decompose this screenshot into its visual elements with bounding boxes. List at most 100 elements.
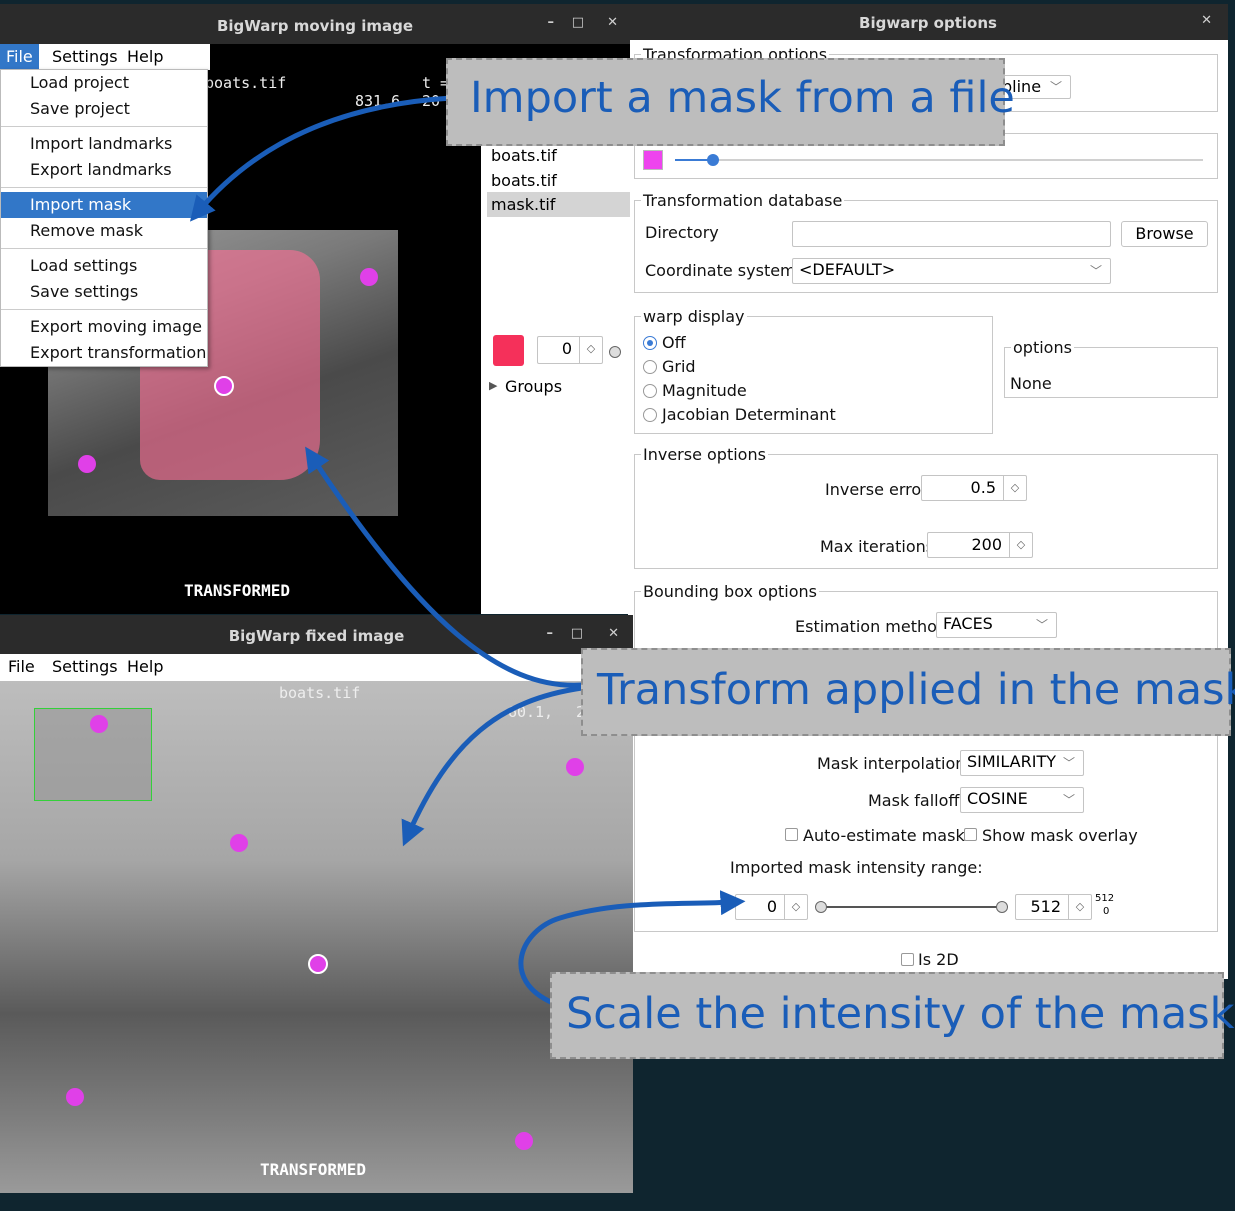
stepper-arrows-icon[interactable]: ◇ <box>579 337 602 363</box>
menu-item-load-settings[interactable]: Load settings <box>1 253 207 279</box>
warp-off-radio[interactable] <box>643 336 657 350</box>
moving-titlebar: BigWarp moving image – □ ✕ <box>0 4 630 44</box>
menu-item-load-project[interactable]: Load project <box>1 70 207 96</box>
menu-item-export-moving-image[interactable]: Export moving image <box>1 314 207 340</box>
landmark-point-selected[interactable] <box>308 954 328 974</box>
callout-transform-mask: Transform applied in the mask <box>581 648 1235 736</box>
menu-separator <box>1 187 207 188</box>
fixed-image-name: boats.tif <box>279 684 361 702</box>
stepper-arrows-icon[interactable]: ◇ <box>1003 476 1026 500</box>
stepper-arrows-icon[interactable]: ◇ <box>1009 533 1032 557</box>
mask-opacity-slider[interactable] <box>675 154 1203 166</box>
landmark-point[interactable] <box>78 455 96 473</box>
max-iterations-input[interactable]: 200 ◇ <box>927 532 1033 558</box>
groups-label[interactable]: Groups <box>505 377 562 396</box>
slider-thumb[interactable] <box>707 154 719 166</box>
stepper-arrows-icon[interactable]: ◇ <box>1068 895 1091 919</box>
range-slider-min-thumb[interactable] <box>815 901 827 913</box>
warp-magnitude-radio[interactable] <box>643 384 657 398</box>
warp-option-off[interactable]: Off <box>662 333 686 352</box>
range-max-input[interactable]: 512 ◇ <box>1015 894 1092 920</box>
landmark-point[interactable] <box>230 834 248 852</box>
close-icon[interactable]: ✕ <box>608 626 619 641</box>
menu-item-import-mask[interactable]: Import mask <box>1 192 207 218</box>
fixed-viewer[interactable]: boats.tif 60 .1, 2 TRANSFORMED <box>0 681 633 1193</box>
source-display-spinner[interactable]: 0 ◇ <box>537 336 603 364</box>
inverse-error-input[interactable]: 0.5 ◇ <box>921 475 1027 501</box>
range-min-input[interactable]: 0 ◇ <box>735 894 808 920</box>
fixed-title: BigWarp fixed image <box>228 627 405 645</box>
maximize-icon[interactable]: □ <box>571 626 583 641</box>
menu-settings[interactable]: Settings <box>46 657 124 676</box>
menu-item-save-project[interactable]: Save project <box>1 96 207 122</box>
show-mask-overlay-label[interactable]: Show mask overlay <box>982 826 1138 845</box>
landmark-point[interactable] <box>566 758 584 776</box>
menu-file[interactable]: File <box>0 44 39 70</box>
maximize-icon[interactable]: □ <box>572 15 584 30</box>
mask-color-swatch[interactable] <box>643 150 663 170</box>
menu-help[interactable]: Help <box>121 657 169 676</box>
source-item[interactable]: boats.tif <box>491 146 557 165</box>
max-iterations-value: 200 <box>971 535 1002 554</box>
auto-estimate-mask-label[interactable]: Auto-estimate mask <box>803 826 965 845</box>
menu-item-import-landmarks[interactable]: Import landmarks <box>1 131 207 157</box>
landmark-point-selected[interactable] <box>214 376 234 396</box>
menu-item-remove-mask[interactable]: Remove mask <box>1 218 207 244</box>
warp-option-jacobian[interactable]: Jacobian Determinant <box>662 405 836 424</box>
landmark-point[interactable] <box>66 1088 84 1106</box>
minimize-icon[interactable]: – <box>547 626 554 641</box>
options-window: Bigwarp options ✕ Transformation options… <box>628 4 1228 979</box>
estimation-method-label: Estimation method <box>795 617 948 636</box>
range-bound-max: 512 <box>1095 893 1115 904</box>
source-item-selected[interactable]: mask.tif <box>487 192 630 217</box>
stepper-arrows-icon[interactable]: ◇ <box>784 895 807 919</box>
warp-options-value: None <box>1010 374 1052 393</box>
mask-interpolation-label: Mask interpolation <box>817 754 966 773</box>
menu-item-save-settings[interactable]: Save settings <box>1 279 207 305</box>
landmark-point[interactable] <box>90 715 108 733</box>
intensity-range-slider[interactable] <box>815 901 1008 913</box>
inverse-options-frame: Inverse options Inverse error 0.5 ◇ Max … <box>634 445 1218 569</box>
menu-item-export-landmarks[interactable]: Export landmarks <box>1 157 207 183</box>
menu-file[interactable]: File <box>2 657 41 676</box>
minimize-icon[interactable]: – <box>548 15 555 30</box>
fixed-coord-b: .1, <box>526 703 554 721</box>
moving-menubar: File Settings Help <box>0 44 210 70</box>
estimation-method-select[interactable]: FACES ﹀ <box>936 612 1057 638</box>
mask-falloff-select[interactable]: COSINE ﹀ <box>960 787 1084 813</box>
source-item[interactable]: boats.tif <box>491 171 557 190</box>
menu-help[interactable]: Help <box>121 47 169 66</box>
landmark-point[interactable] <box>360 268 378 286</box>
inverse-legend: Inverse options <box>641 445 768 464</box>
expand-triangle-icon[interactable]: ▶ <box>489 379 497 392</box>
browse-button[interactable]: Browse <box>1121 221 1208 247</box>
menu-separator <box>1 309 207 310</box>
mask-falloff-value: COSINE <box>967 789 1028 808</box>
warp-grid-radio[interactable] <box>643 360 657 374</box>
warp-option-grid[interactable]: Grid <box>662 357 696 376</box>
auto-estimate-mask-checkbox[interactable] <box>785 828 798 841</box>
menu-settings[interactable]: Settings <box>46 47 124 66</box>
directory-label: Directory <box>645 223 719 242</box>
show-mask-overlay-checkbox[interactable] <box>964 828 977 841</box>
source-slider-knob[interactable] <box>609 346 621 358</box>
source-color-swatch[interactable] <box>493 335 524 366</box>
range-slider-max-thumb[interactable] <box>996 901 1008 913</box>
mask-interpolation-select[interactable]: SIMILARITY ﹀ <box>960 750 1084 776</box>
options-title: Bigwarp options <box>859 14 997 32</box>
coordinate-system-select[interactable]: <DEFAULT> ﹀ <box>792 258 1111 284</box>
close-icon[interactable]: ✕ <box>607 15 618 30</box>
callout-import-mask: Import a mask from a file <box>446 58 1015 146</box>
warp-option-magnitude[interactable]: Magnitude <box>662 381 747 400</box>
warp-options-legend: options <box>1011 338 1074 357</box>
is-2d-checkbox[interactable] <box>901 953 914 966</box>
chevron-down-icon: ﹀ <box>1049 80 1062 94</box>
landmark-point[interactable] <box>515 1132 533 1150</box>
directory-input[interactable] <box>792 221 1111 247</box>
inverse-error-label: Inverse error <box>825 480 928 499</box>
is-2d-label[interactable]: Is 2D <box>918 950 959 969</box>
source-display-value: 0 <box>561 339 572 358</box>
warp-jacobian-radio[interactable] <box>643 408 657 422</box>
close-icon[interactable]: ✕ <box>1201 13 1212 28</box>
menu-item-export-transformation[interactable]: Export transformation <box>1 340 207 366</box>
